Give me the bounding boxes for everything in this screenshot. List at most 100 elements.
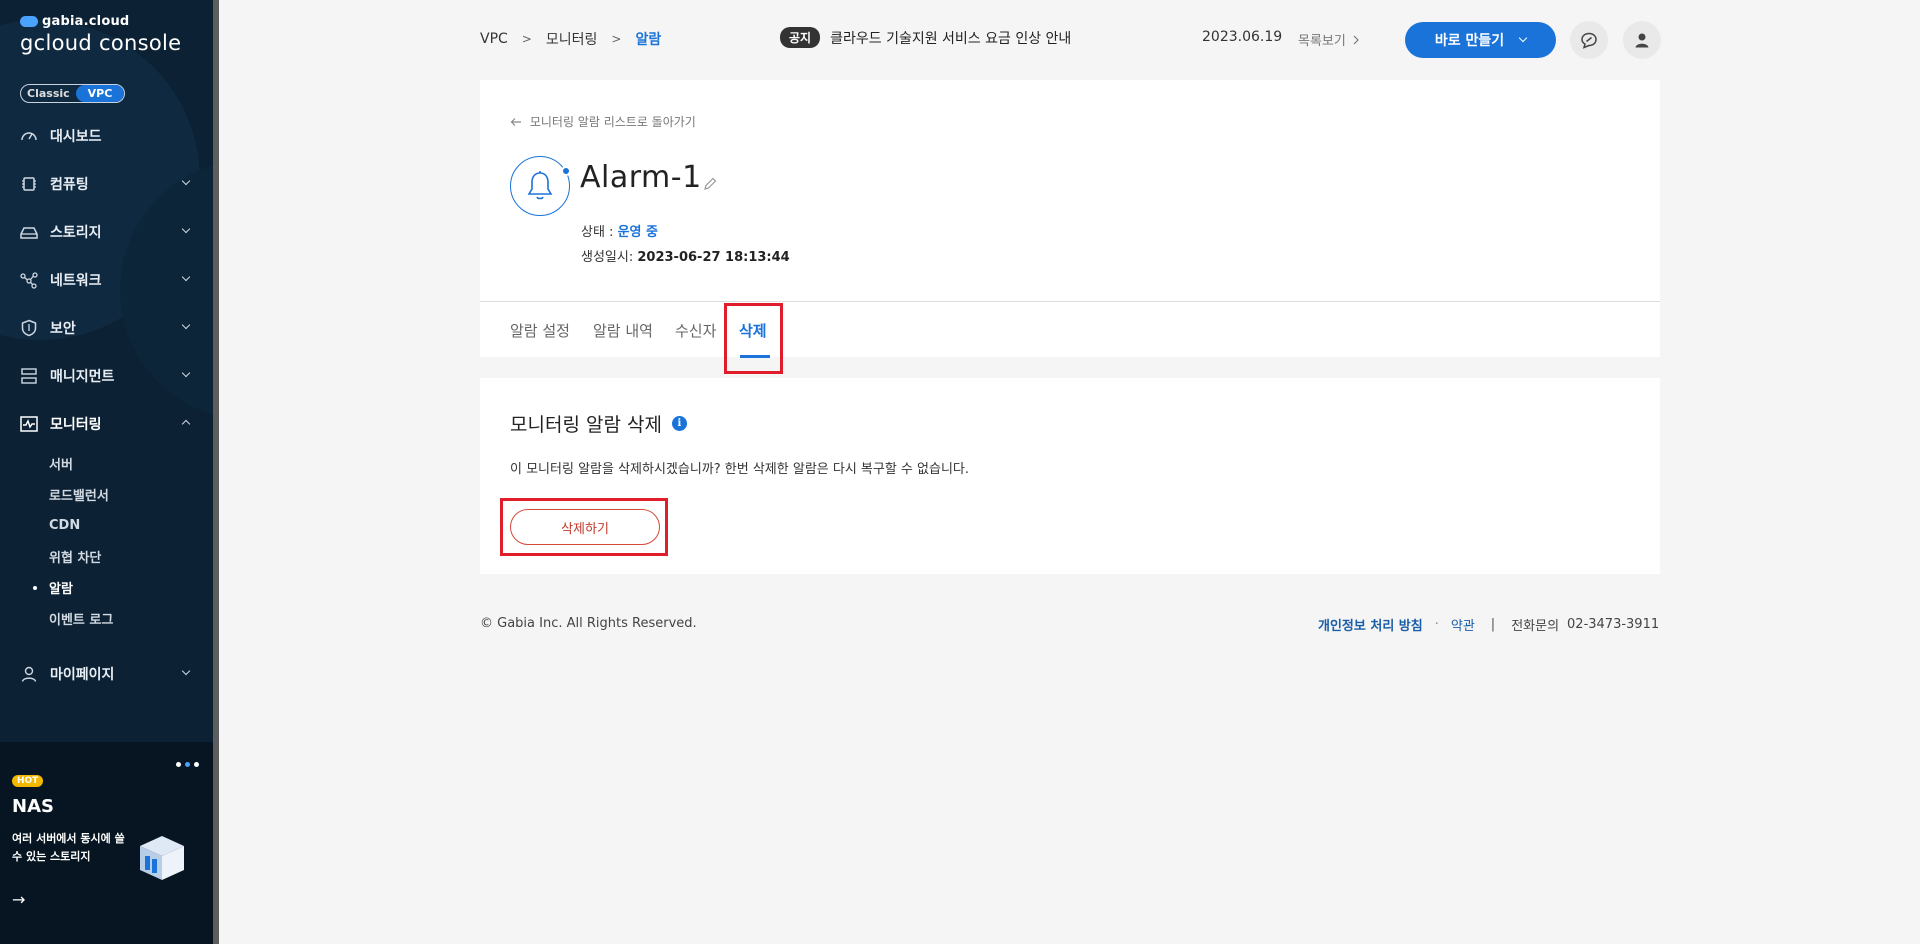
sidebar-item-label: 보안: [50, 321, 76, 337]
notice-bar[interactable]: 공지 클라우드 기술지원 서비스 요금 인상 안내: [780, 27, 1071, 48]
classic-vpc-toggle[interactable]: Classic VPC: [20, 84, 126, 103]
banner-title: NAS: [12, 796, 54, 817]
alarm-detail-card: 모니터링 알람 리스트로 돌아가기 Alarm-1 상태 : 운영 중 생성일시…: [480, 80, 1660, 358]
status-label: 상태 :: [581, 225, 614, 240]
monitoring-icon: [20, 415, 38, 433]
breadcrumb-monitoring[interactable]: 모니터링: [546, 29, 598, 49]
sidebar-subitem-alarm[interactable]: 알람: [33, 572, 213, 603]
sidebar-item-label: 모니터링: [50, 417, 102, 433]
status-value: 운영 중: [617, 225, 658, 240]
user-icon: [20, 665, 38, 683]
status-dot: [561, 166, 571, 176]
chip-icon: [20, 175, 38, 193]
banner-arrow-icon[interactable]: →: [12, 890, 25, 909]
tab-alarm-settings[interactable]: 알람 설정: [510, 320, 570, 341]
sidebar-item-label: 마이페이지: [50, 667, 115, 683]
alarm-status: 상태 : 운영 중: [581, 221, 658, 240]
hot-badge: HOT: [12, 775, 44, 787]
footer-dot-separator: ·: [1434, 617, 1439, 632]
notice-list-link[interactable]: 목록보기: [1298, 30, 1360, 49]
chevron-down-icon: [1518, 33, 1528, 43]
notice-text[interactable]: 클라우드 기술지원 서비스 요금 인상 안내: [830, 28, 1071, 48]
back-to-list-link[interactable]: 모니터링 알람 리스트로 돌아가기: [510, 113, 696, 130]
delete-section-title: 모니터링 알람 삭제 i: [510, 410, 687, 437]
terms-link[interactable]: 약관: [1451, 615, 1475, 634]
brand-logo[interactable]: gabia.cloud gcloud console: [20, 14, 181, 55]
management-icon: [20, 367, 38, 385]
shield-icon: [20, 319, 38, 337]
privacy-policy-link[interactable]: 개인정보 처리 방침: [1318, 615, 1423, 634]
sidebar-item-security[interactable]: 보안: [0, 304, 213, 352]
sidebar-item-management[interactable]: 매니지먼트: [0, 352, 213, 400]
sidebar-subitem-server[interactable]: 서버: [49, 448, 213, 479]
notice-date: 2023.06.19: [1202, 29, 1283, 45]
user-icon: [1635, 33, 1649, 48]
phone-number: 02-3473-3911: [1567, 617, 1660, 632]
sidebar-item-computing[interactable]: 컴퓨팅: [0, 160, 213, 208]
sidebar-subitem-cdn[interactable]: CDN: [49, 510, 213, 541]
cloud-icon: [20, 16, 38, 27]
created-value: 2023-06-27 18:13:44: [637, 250, 790, 265]
monitoring-submenu: 서버 로드밸런서 CDN 위협 차단 알람 이벤트 로그: [0, 448, 213, 634]
footer-links: 개인정보 처리 방침 · 약관 | 전화문의 02-3473-3911: [1318, 615, 1659, 634]
sidebar-item-dashboard[interactable]: 대시보드: [0, 112, 213, 160]
highlight-box-delete-button: [500, 498, 668, 556]
back-link-label: 모니터링 알람 리스트로 돌아가기: [529, 115, 696, 129]
sidebar-item-network[interactable]: 네트워크: [0, 256, 213, 304]
chevron-down-icon: [181, 666, 191, 676]
alarm-name: Alarm-1: [580, 160, 702, 195]
storage-icon: [20, 223, 38, 241]
sidebar-menu: 대시보드 컴퓨팅 스토리지 네트워크 보안 매니지먼트 모니터링 서버 로드밸런…: [0, 112, 213, 698]
bell-icon: [510, 156, 571, 216]
brand-main: gcloud console: [20, 31, 182, 55]
breadcrumb-separator: >: [521, 32, 532, 46]
sidebar-scrollbar[interactable]: [213, 0, 219, 944]
sidebar-item-label: 매니지먼트: [50, 369, 115, 385]
toggle-classic[interactable]: Classic: [21, 85, 76, 102]
notice-list-label: 목록보기: [1298, 34, 1346, 49]
sidebar-item-monitoring[interactable]: 모니터링: [0, 400, 213, 448]
breadcrumb-alarm: 알람: [635, 32, 662, 48]
carousel-dots[interactable]: [176, 762, 199, 767]
banner-description: 여러 서버에서 동시에 쓸 수 있는 스토리지: [12, 832, 125, 863]
arrow-left-icon: [510, 118, 521, 126]
quick-create-button[interactable]: 바로 만들기: [1405, 22, 1556, 58]
chevron-up-icon: [181, 419, 191, 429]
delete-title-text: 모니터링 알람 삭제: [510, 414, 662, 436]
network-icon: [20, 271, 38, 289]
tab-recipients[interactable]: 수신자: [675, 320, 716, 341]
sidebar-item-label: 스토리지: [50, 225, 102, 241]
notice-badge: 공지: [780, 27, 821, 48]
created-label: 생성일시:: [581, 250, 634, 265]
feedback-button[interactable]: [1570, 21, 1608, 59]
info-icon[interactable]: i: [671, 416, 687, 431]
footer-bar-separator: |: [1490, 617, 1496, 632]
highlight-box-tab-delete: [724, 303, 783, 374]
brand-top: gabia.cloud: [42, 14, 130, 29]
alarm-created: 생성일시: 2023-06-27 18:13:44: [581, 246, 790, 265]
sidebar-item-mypage[interactable]: 마이페이지: [0, 650, 213, 698]
quick-create-label: 바로 만들기: [1434, 33, 1505, 49]
sidebar-item-label: 네트워크: [50, 273, 102, 289]
sidebar-subitem-event-log[interactable]: 이벤트 로그: [49, 603, 213, 634]
footer-copyright: © Gabia Inc. All Rights Reserved.: [480, 616, 697, 631]
sidebar-subitem-load-balancer[interactable]: 로드밸런서: [49, 479, 213, 510]
promo-banner[interactable]: HOT NAS 여러 서버에서 동시에 쓸 수 있는 스토리지 →: [0, 742, 213, 944]
sidebar-item-storage[interactable]: 스토리지: [0, 208, 213, 256]
chevron-down-icon: [181, 368, 191, 378]
chat-icon: [1581, 32, 1597, 49]
sidebar: gabia.cloud gcloud console Classic VPC 대…: [0, 0, 219, 944]
chevron-right-icon: [1353, 35, 1359, 45]
detail-tabs: 알람 설정 알람 내역 수신자 삭제: [480, 301, 1660, 358]
edit-pencil-icon[interactable]: [702, 176, 718, 196]
tab-alarm-history[interactable]: 알람 내역: [593, 320, 653, 341]
profile-button[interactable]: [1623, 21, 1661, 59]
breadcrumb-separator: >: [611, 32, 622, 46]
delete-description: 이 모니터링 알람을 삭제하시겠습니까? 한번 삭제한 알람은 다시 복구할 수…: [510, 462, 969, 477]
sidebar-subitem-threat-block[interactable]: 위협 차단: [49, 541, 213, 572]
chevron-down-icon: [181, 224, 191, 234]
toggle-vpc[interactable]: VPC: [75, 85, 125, 102]
breadcrumb-vpc[interactable]: VPC: [480, 31, 508, 47]
phone-label: 전화문의: [1511, 619, 1560, 634]
sidebar-item-label: 대시보드: [50, 129, 102, 145]
